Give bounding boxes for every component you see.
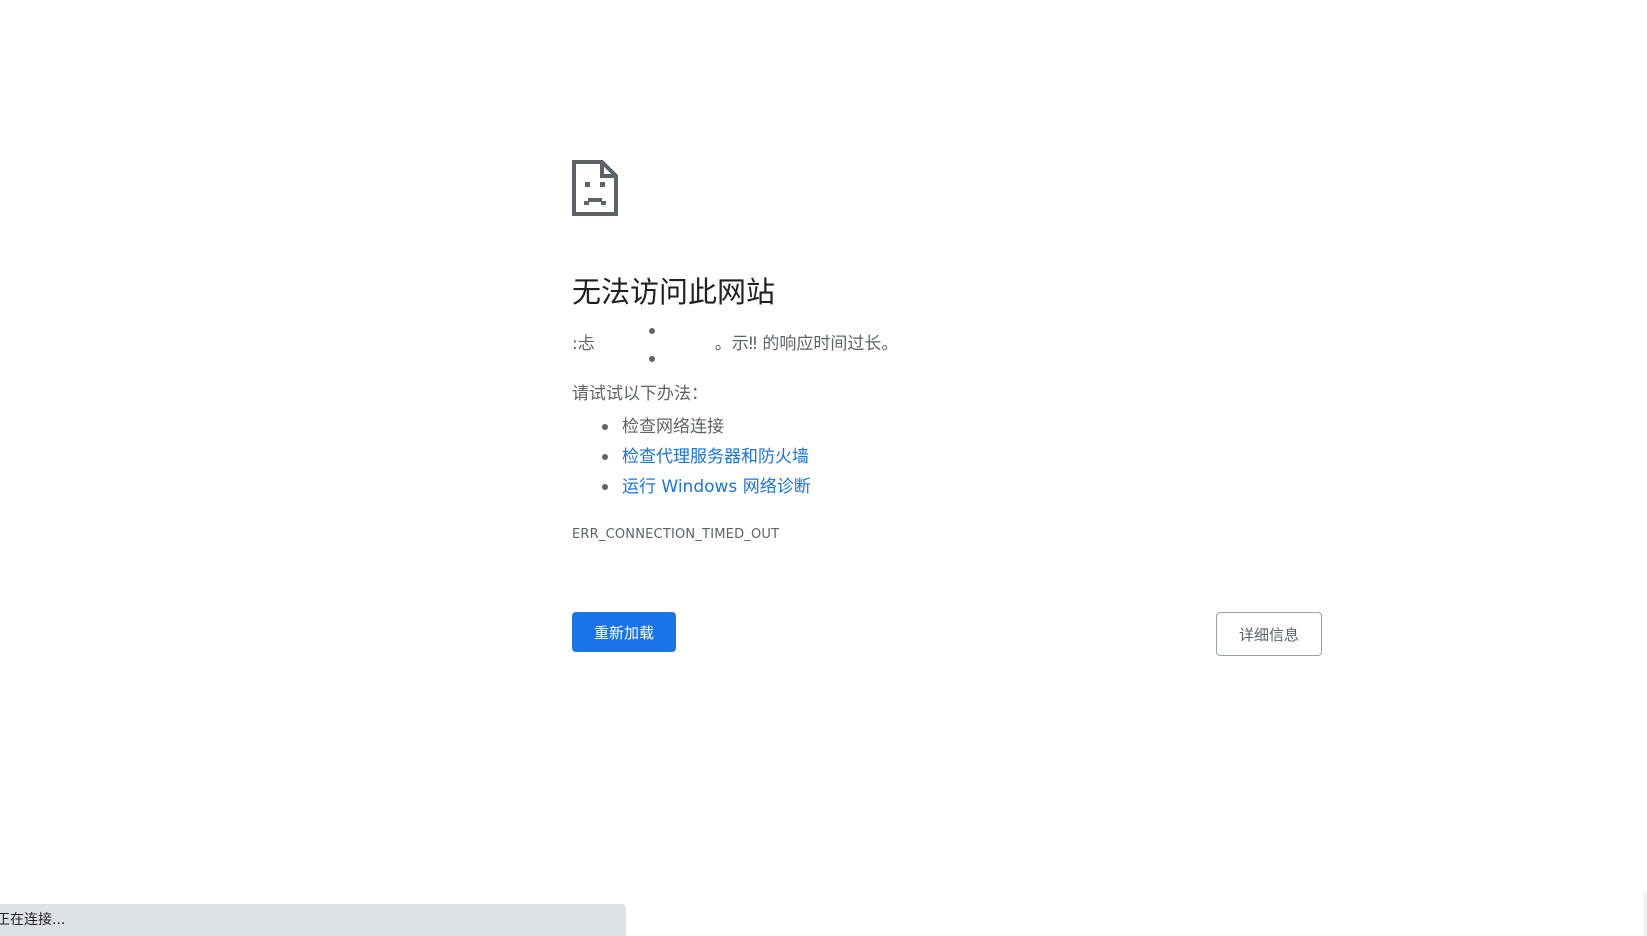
- bullet-icon: [602, 454, 608, 460]
- status-bar: 正在连接...: [0, 904, 626, 936]
- bullet-icon: [602, 424, 608, 430]
- reload-button[interactable]: 重新加载: [572, 612, 676, 652]
- browser-error-page: 无法访问此网站 :忐 。示‼ 的响应时间过长。 请试试以下办法： 检查网络连接 检…: [0, 0, 1647, 936]
- dot-mark: [648, 356, 655, 362]
- suggestion-check-proxy-link[interactable]: 检查代理服务器和防火墙: [622, 447, 809, 467]
- details-button[interactable]: 详细信息: [1216, 612, 1322, 656]
- summary-mid: 。示‼: [714, 334, 757, 354]
- suggestions-list: 检查网络连接 检查代理服务器和防火墙 运行 Windows 网络诊断: [572, 412, 811, 502]
- suggestion-windows-diagnostics-link[interactable]: 运行 Windows 网络诊断: [622, 477, 811, 497]
- suggestion-check-network: 检查网络连接: [622, 417, 724, 437]
- dot-mark: [648, 328, 655, 334]
- suggestion-item: 检查代理服务器和防火墙: [572, 442, 811, 472]
- error-code: ERR_CONNECTION_TIMED_OUT: [572, 527, 780, 542]
- sad-page-icon: [572, 160, 618, 216]
- bullet-icon: [602, 484, 608, 490]
- error-summary: :忐 。示‼ 的响应时间过长。: [572, 328, 899, 362]
- suggestion-item: 检查网络连接: [572, 412, 811, 442]
- window-edge: [1643, 892, 1647, 936]
- summary-suffix: 的响应时间过长。: [762, 334, 899, 354]
- error-heading: 无法访问此网站: [572, 275, 776, 309]
- suggestion-item: 运行 Windows 网络诊断: [572, 472, 811, 502]
- redacted-host: [595, 328, 715, 362]
- try-label: 请试试以下办法：: [572, 384, 708, 404]
- summary-prefix: :忐: [572, 334, 595, 354]
